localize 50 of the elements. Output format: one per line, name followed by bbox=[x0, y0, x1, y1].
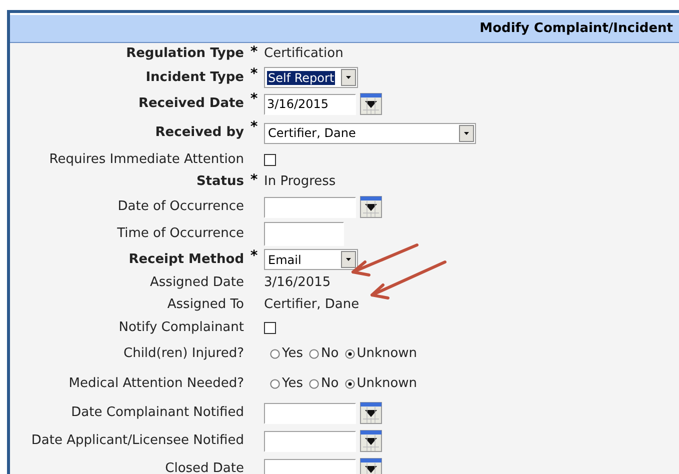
field-label: Medical Attention Needed? bbox=[68, 375, 244, 394]
required-asterisk: * bbox=[250, 173, 258, 187]
field-value: 3/16/2015 bbox=[264, 274, 331, 292]
field-label: Date Applicant/Licensee Notified bbox=[31, 432, 244, 450]
field-label: Receipt Method bbox=[128, 250, 244, 269]
dropdown[interactable]: Email bbox=[264, 249, 358, 270]
field-value: Certifier, Dane bbox=[264, 296, 360, 314]
date-field[interactable] bbox=[264, 430, 356, 452]
date-field[interactable] bbox=[264, 402, 356, 424]
calendar-icon[interactable] bbox=[360, 458, 382, 474]
field-value: Certification bbox=[264, 45, 344, 64]
radio-option[interactable]: Unknown bbox=[344, 344, 418, 364]
required-asterisk: * bbox=[250, 249, 258, 263]
field-label: Received Date bbox=[138, 95, 244, 114]
date-field[interactable] bbox=[264, 458, 356, 474]
field-label: Received by bbox=[155, 124, 244, 142]
dropdown[interactable]: Self Report bbox=[264, 67, 358, 88]
required-asterisk: * bbox=[250, 92, 258, 106]
radio-option[interactable]: No bbox=[309, 344, 339, 364]
panel-title: Modify Complaint/Incident bbox=[480, 20, 673, 38]
field-label: Requires Immediate Attention bbox=[49, 150, 244, 169]
radio-option[interactable]: No bbox=[309, 374, 339, 394]
field-label: Status bbox=[196, 173, 244, 192]
radio-option[interactable]: Yes bbox=[270, 344, 303, 364]
calendar-icon[interactable] bbox=[360, 402, 382, 424]
field-label: Incident Type bbox=[146, 68, 244, 87]
field-label: Time of Occurrence bbox=[117, 225, 244, 244]
field-label: Assigned To bbox=[167, 296, 244, 314]
radio-option[interactable]: Yes bbox=[270, 374, 303, 394]
required-asterisk: * bbox=[250, 45, 258, 59]
calendar-icon[interactable] bbox=[360, 196, 382, 218]
calendar-icon[interactable] bbox=[360, 93, 382, 115]
checkbox[interactable] bbox=[264, 322, 276, 334]
field-label: Date Complainant Notified bbox=[71, 404, 244, 422]
field-label: Regulation Type bbox=[126, 45, 244, 64]
field-value: In Progress bbox=[264, 173, 336, 192]
time-field[interactable] bbox=[264, 222, 344, 246]
radio-option[interactable]: Unknown bbox=[344, 374, 418, 394]
field-label: Child(ren) Injured? bbox=[124, 345, 244, 364]
date-field[interactable] bbox=[264, 196, 356, 218]
field-label: Assigned Date bbox=[150, 274, 244, 292]
checkbox[interactable] bbox=[264, 154, 276, 166]
field-label: Notify Complainant bbox=[118, 318, 244, 337]
field-label: Date of Occurrence bbox=[118, 198, 244, 216]
calendar-icon[interactable] bbox=[360, 430, 382, 452]
field-label: Closed Date bbox=[165, 460, 244, 474]
required-asterisk: * bbox=[250, 67, 258, 81]
date-field[interactable]: 3/16/2015 bbox=[264, 94, 356, 114]
required-asterisk: * bbox=[250, 120, 258, 134]
dropdown[interactable]: Certifier, Dane bbox=[264, 122, 476, 144]
